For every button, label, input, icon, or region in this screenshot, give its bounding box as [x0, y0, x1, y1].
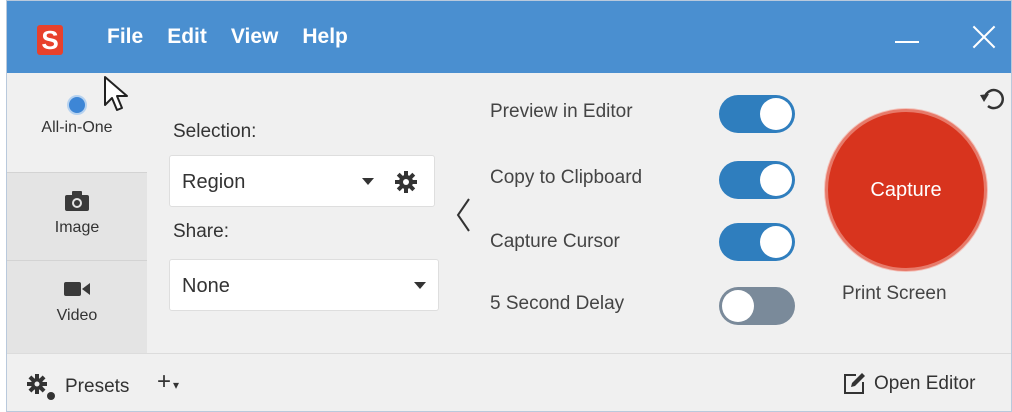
add-preset-button[interactable]: + ▾: [157, 368, 179, 396]
toggle-knob: [722, 290, 754, 322]
camera-icon: [65, 191, 89, 211]
chevron-down-icon: ▾: [173, 378, 180, 392]
copy-to-clipboard-toggle[interactable]: [719, 161, 795, 199]
toggle-knob: [760, 226, 792, 258]
title-bar: S File Edit View Help: [7, 1, 1011, 73]
selection-dropdown[interactable]: Region: [169, 155, 435, 207]
app-logo: S: [37, 25, 63, 55]
preview-in-editor-toggle[interactable]: [719, 95, 795, 133]
video-camera-icon: [64, 279, 90, 299]
menu-view[interactable]: View: [231, 25, 278, 49]
menu-help[interactable]: Help: [302, 25, 348, 49]
tab-image[interactable]: Image: [7, 172, 147, 260]
tab-label: Video: [56, 307, 98, 324]
reset-icon[interactable]: [979, 85, 1007, 113]
chevron-down-icon: [362, 178, 374, 185]
capture-button[interactable]: Capture: [825, 109, 987, 271]
presets-label: Presets: [65, 376, 130, 397]
selection-label: Selection:: [173, 121, 257, 142]
edit-icon: [844, 373, 865, 394]
mouse-cursor-icon: [104, 76, 128, 111]
option-copy-to-clipboard-label: Copy to Clipboard: [490, 167, 643, 188]
radio-selected-icon: [67, 95, 87, 115]
share-dropdown[interactable]: None: [169, 259, 439, 311]
footer-bar: Presets + ▾ Open Editor: [7, 353, 1011, 411]
option-preview-in-editor-label: Preview in Editor: [490, 101, 633, 122]
mode-tabs: All-in-One Image Video: [7, 73, 147, 353]
toggle-knob: [760, 98, 792, 130]
toggle-knob: [760, 164, 792, 196]
menu-file[interactable]: File: [107, 25, 143, 49]
tab-label: Image: [54, 219, 100, 236]
selection-value: Region: [182, 171, 246, 193]
presets-gear-icon: [27, 374, 55, 400]
option-5-second-delay-label: 5 Second Delay: [490, 293, 625, 314]
capture-hotkey-label: Print Screen: [842, 283, 947, 304]
capture-window: S File Edit View Help All-in-One Image V…: [6, 0, 1012, 412]
presets-button[interactable]: Presets: [25, 372, 129, 402]
tab-video[interactable]: Video: [7, 260, 147, 353]
menu-edit[interactable]: Edit: [167, 25, 207, 49]
open-editor-button[interactable]: Open Editor: [842, 372, 975, 396]
capture-cursor-toggle[interactable]: [719, 223, 795, 261]
menu-bar: File Edit View Help: [107, 1, 372, 73]
share-label: Share:: [173, 221, 229, 242]
open-editor-label: Open Editor: [874, 373, 976, 394]
share-value: None: [182, 275, 230, 297]
option-capture-cursor-label: Capture Cursor: [490, 231, 620, 252]
chevron-down-icon: [414, 282, 426, 289]
tab-label: All-in-One: [41, 119, 113, 136]
chevron-left-icon[interactable]: [455, 197, 471, 233]
5-second-delay-toggle[interactable]: [719, 287, 795, 325]
gear-icon[interactable]: [394, 170, 418, 194]
close-button[interactable]: [971, 23, 999, 51]
add-preset-label: +: [157, 368, 172, 395]
minimize-button[interactable]: [893, 23, 921, 51]
